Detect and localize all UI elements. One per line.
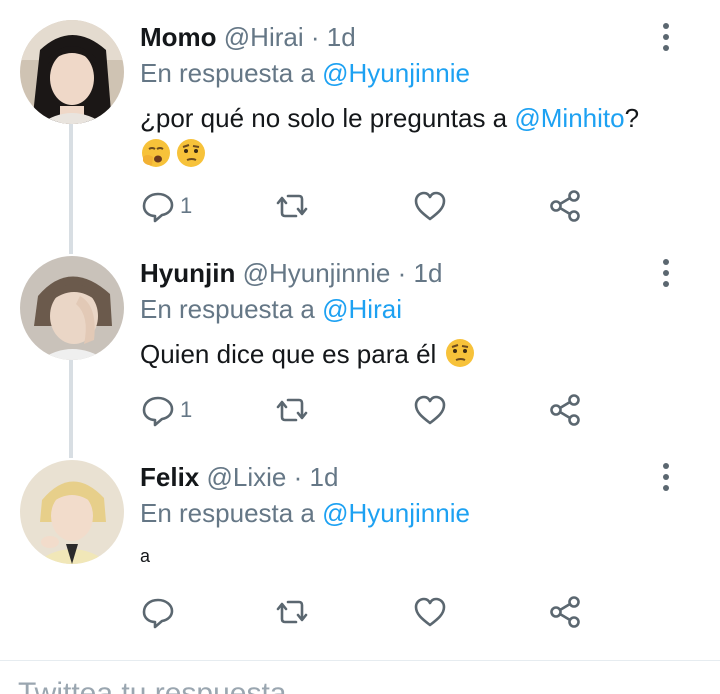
reply-prefix: En respuesta a [140, 498, 315, 528]
mention-link[interactable]: @Minhito [514, 103, 624, 133]
reply-icon [140, 188, 176, 224]
share-icon [548, 188, 584, 224]
avatar[interactable] [20, 20, 124, 124]
tweet-felix[interactable]: Felix @Lixie · 1d En respuesta a @Hyunji… [0, 460, 720, 640]
reply-thread: Momo @Hirai · 1d En respuesta a @Hyunjin… [0, 0, 720, 660]
like-button[interactable] [412, 390, 448, 430]
reply-mention[interactable]: @Hyunjinnie [322, 498, 470, 528]
tweet-actions: 1 [140, 186, 600, 226]
retweet-icon [274, 188, 310, 224]
yawning-face-emoji [140, 137, 172, 169]
user-handle[interactable]: @Hyunjinnie [243, 258, 391, 288]
more-options-icon[interactable] [652, 256, 680, 290]
retweet-icon [274, 594, 310, 630]
tweet-header: Felix @Lixie · 1d [140, 460, 338, 494]
reply-mention[interactable]: @Hirai [322, 294, 402, 324]
face-with-raised-eyebrow-emoji [175, 137, 207, 169]
display-name[interactable]: Momo [140, 22, 217, 52]
tweet-header: Hyunjin @Hyunjinnie · 1d [140, 256, 442, 290]
reply-button[interactable] [140, 592, 180, 632]
reply-mention[interactable]: @Hyunjinnie [322, 58, 470, 88]
heart-icon [412, 188, 448, 224]
share-button[interactable] [548, 186, 584, 226]
user-handle[interactable]: @Lixie [206, 462, 286, 492]
tweet-hyunjin[interactable]: Hyunjin @Hyunjinnie · 1d En respuesta a … [0, 256, 720, 436]
tweet-header: Momo @Hirai · 1d [140, 20, 356, 54]
text-segment: ? [624, 103, 640, 133]
reply-count: 1 [180, 397, 193, 422]
heart-icon [412, 594, 448, 630]
text-segment: ¿por qué no solo le preguntas a [140, 103, 515, 133]
reply-input[interactable] [18, 677, 618, 694]
reply-count: 1 [180, 193, 193, 218]
retweet-icon [274, 392, 310, 428]
avatar[interactable] [20, 256, 124, 360]
share-icon [548, 594, 584, 630]
text-segment: Quien dice que es para él [140, 339, 437, 369]
reply-context: En respuesta a @Hyunjinnie [140, 56, 470, 90]
tweet-text: Quien dice que es para él [140, 336, 700, 372]
face-with-raised-eyebrow-emoji [444, 337, 476, 369]
share-button[interactable] [548, 592, 584, 632]
tweet-actions: 1 [140, 390, 600, 430]
display-name[interactable]: Hyunjin [140, 258, 235, 288]
reply-icon [140, 594, 176, 630]
text-segment: a [140, 546, 151, 566]
reply-context: En respuesta a @Hirai [140, 292, 402, 326]
display-name[interactable]: Felix [140, 462, 199, 492]
separator-dot: · [310, 22, 320, 52]
tweet-actions [140, 592, 600, 632]
user-handle[interactable]: @Hirai [224, 22, 304, 52]
more-options-icon[interactable] [652, 460, 680, 494]
retweet-button[interactable] [274, 592, 310, 632]
like-button[interactable] [412, 592, 448, 632]
timestamp[interactable]: 1d [310, 462, 339, 492]
like-button[interactable] [412, 186, 448, 226]
more-options-icon[interactable] [652, 20, 680, 54]
share-button[interactable] [548, 390, 584, 430]
separator-dot: · [397, 258, 407, 288]
avatar[interactable] [20, 460, 124, 564]
tweet-text: a [140, 538, 700, 574]
retweet-button[interactable] [274, 390, 310, 430]
timestamp[interactable]: 1d [414, 258, 443, 288]
share-icon [548, 392, 584, 428]
reply-button[interactable]: 1 [140, 186, 192, 226]
tweet-text: ¿por qué no solo le preguntas a @Minhito… [140, 100, 700, 172]
reply-context: En respuesta a @Hyunjinnie [140, 496, 470, 530]
tweet-momo[interactable]: Momo @Hirai · 1d En respuesta a @Hyunjin… [0, 20, 720, 230]
reply-icon [140, 392, 176, 428]
retweet-button[interactable] [274, 186, 310, 226]
timestamp[interactable]: 1d [327, 22, 356, 52]
reply-prefix: En respuesta a [140, 58, 315, 88]
reply-composer [0, 660, 720, 694]
reply-prefix: En respuesta a [140, 294, 315, 324]
reply-button[interactable]: 1 [140, 390, 192, 430]
separator-dot: · [293, 462, 303, 492]
heart-icon [412, 392, 448, 428]
